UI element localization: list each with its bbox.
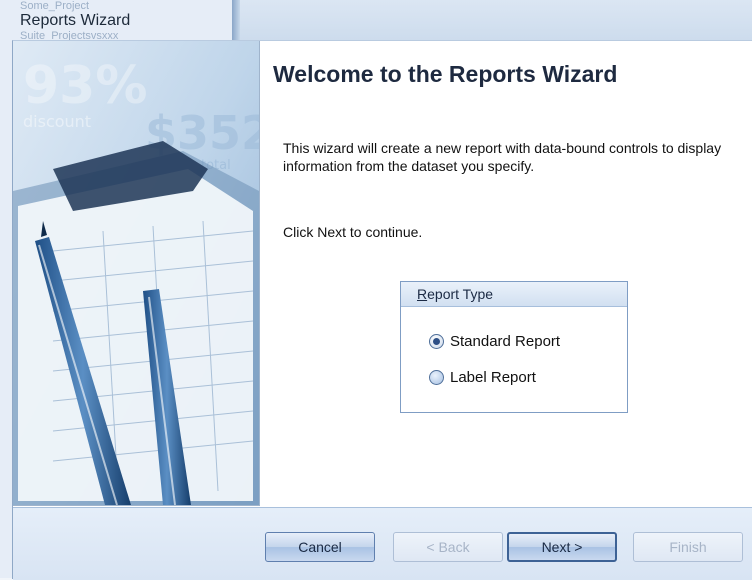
continue-hint: Click Next to continue. xyxy=(283,224,423,240)
report-type-group: Report Type Standard Report Label Report xyxy=(400,281,628,413)
cancel-button[interactable]: Cancel xyxy=(265,532,375,562)
background-caption: Reports Wizard xyxy=(20,12,131,29)
wizard-side-image: 93% discount $352 total xyxy=(13,41,260,506)
label-report-option[interactable]: Label Report xyxy=(429,366,536,388)
standard-report-radio[interactable] xyxy=(429,333,444,349)
report-type-legend: Report Type xyxy=(401,282,627,307)
next-button[interactable]: Next > xyxy=(507,532,617,562)
back-button[interactable]: < Back xyxy=(393,532,503,562)
image-percent-text: 93% xyxy=(23,56,147,116)
wizard-description: This wizard will create a new report wit… xyxy=(283,140,722,174)
label-report-label: Label Report xyxy=(450,368,536,386)
background-toolbar xyxy=(240,0,752,40)
reports-wizard-dialog: 93% discount $352 total xyxy=(12,40,752,580)
report-type-legend-mnemonic: R xyxy=(417,286,428,302)
image-discount-text: discount xyxy=(23,112,91,131)
standard-report-option[interactable]: Standard Report xyxy=(429,330,560,352)
standard-report-label: Standard Report xyxy=(450,332,561,350)
background-faded-text-1: Some_Project xyxy=(20,0,90,12)
clipboard-pens-illustration: 93% discount $352 total xyxy=(13,41,259,505)
wizard-title: Welcome to the Reports Wizard xyxy=(273,61,618,87)
report-type-legend-text: eport Type xyxy=(427,286,494,302)
finish-button[interactable]: Finish xyxy=(633,532,743,562)
label-report-radio[interactable] xyxy=(429,369,444,385)
wizard-button-bar: Cancel < Back Next > Finish xyxy=(13,507,752,580)
